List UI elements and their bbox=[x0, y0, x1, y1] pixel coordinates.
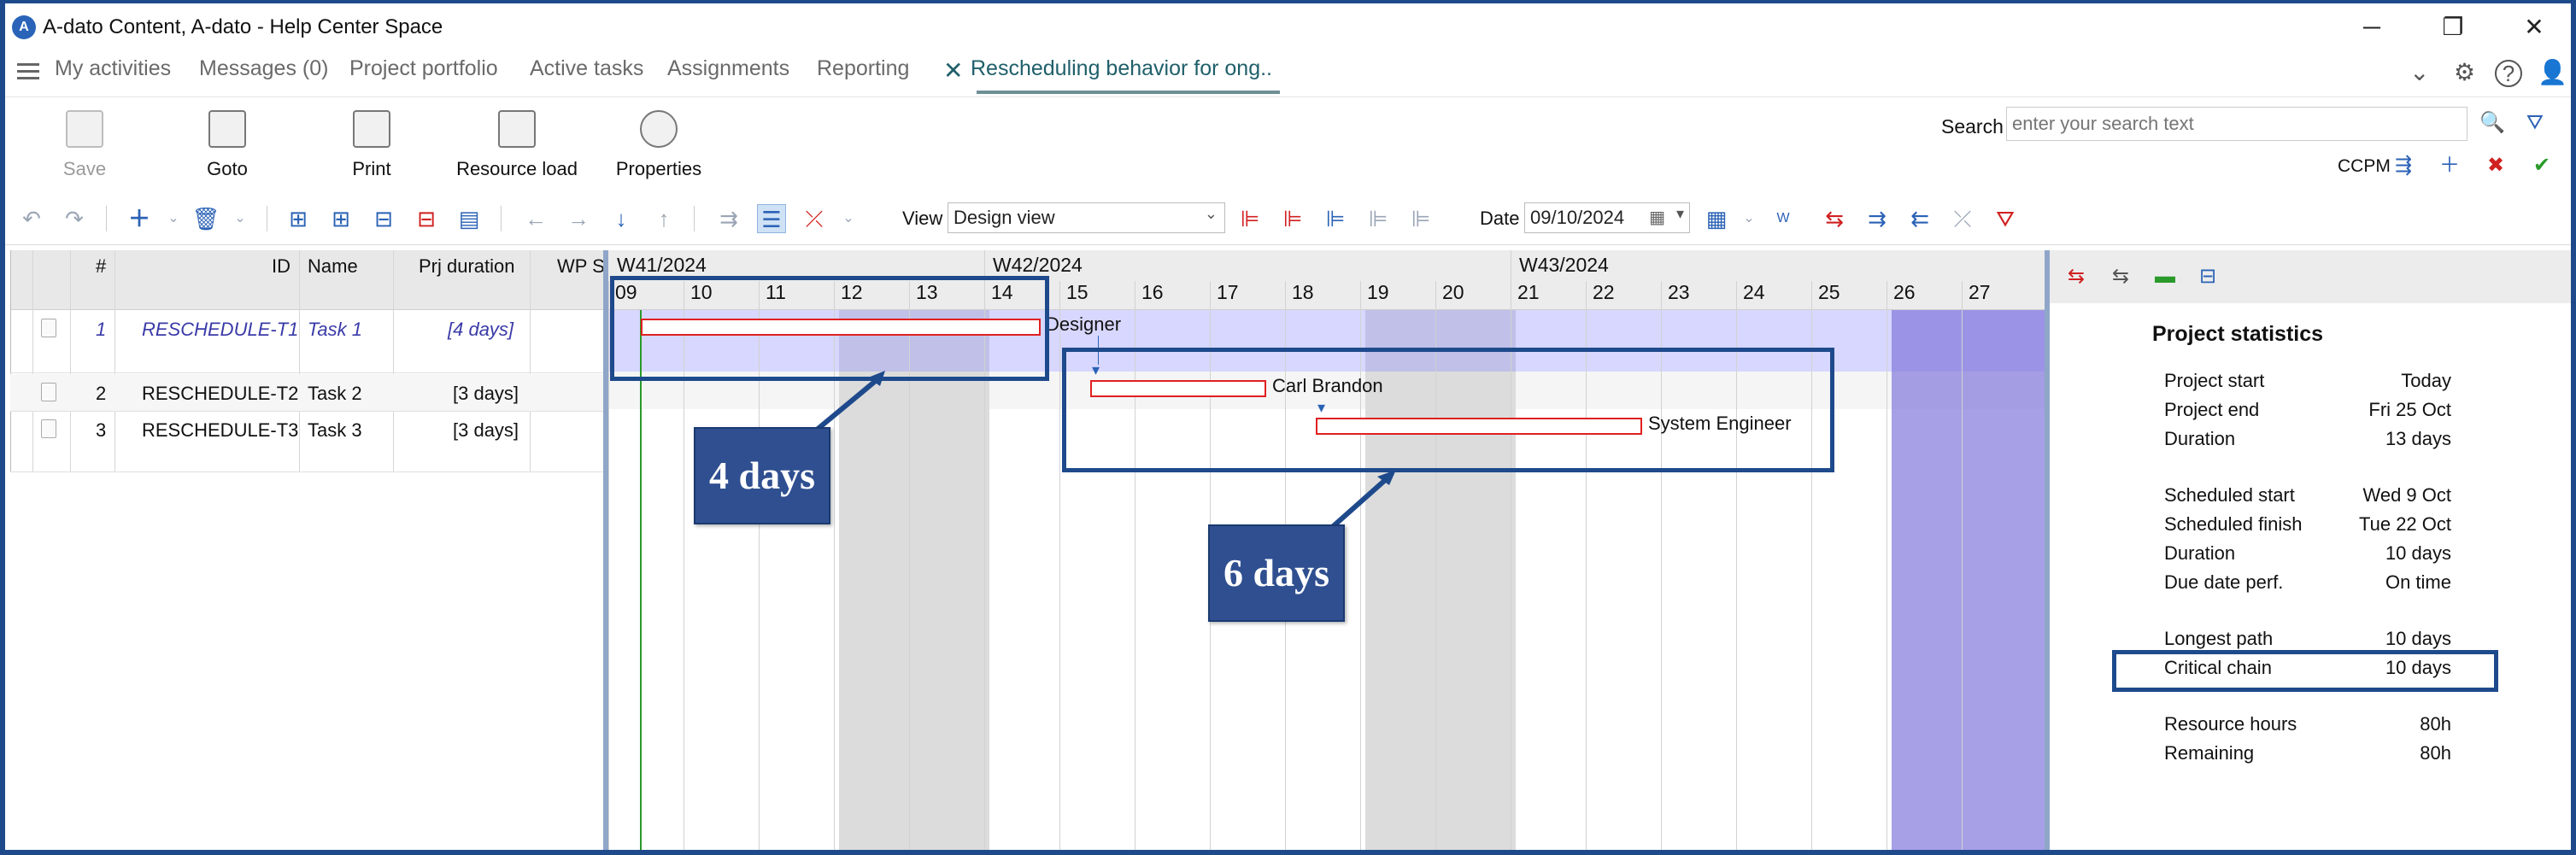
callout-pointer bbox=[1328, 472, 1393, 532]
callout-4-days: 4 days bbox=[694, 427, 830, 524]
callout-pointers bbox=[810, 371, 1396, 532]
callout-6-days: 6 days bbox=[1208, 524, 1345, 622]
callout-pointer bbox=[810, 373, 883, 436]
